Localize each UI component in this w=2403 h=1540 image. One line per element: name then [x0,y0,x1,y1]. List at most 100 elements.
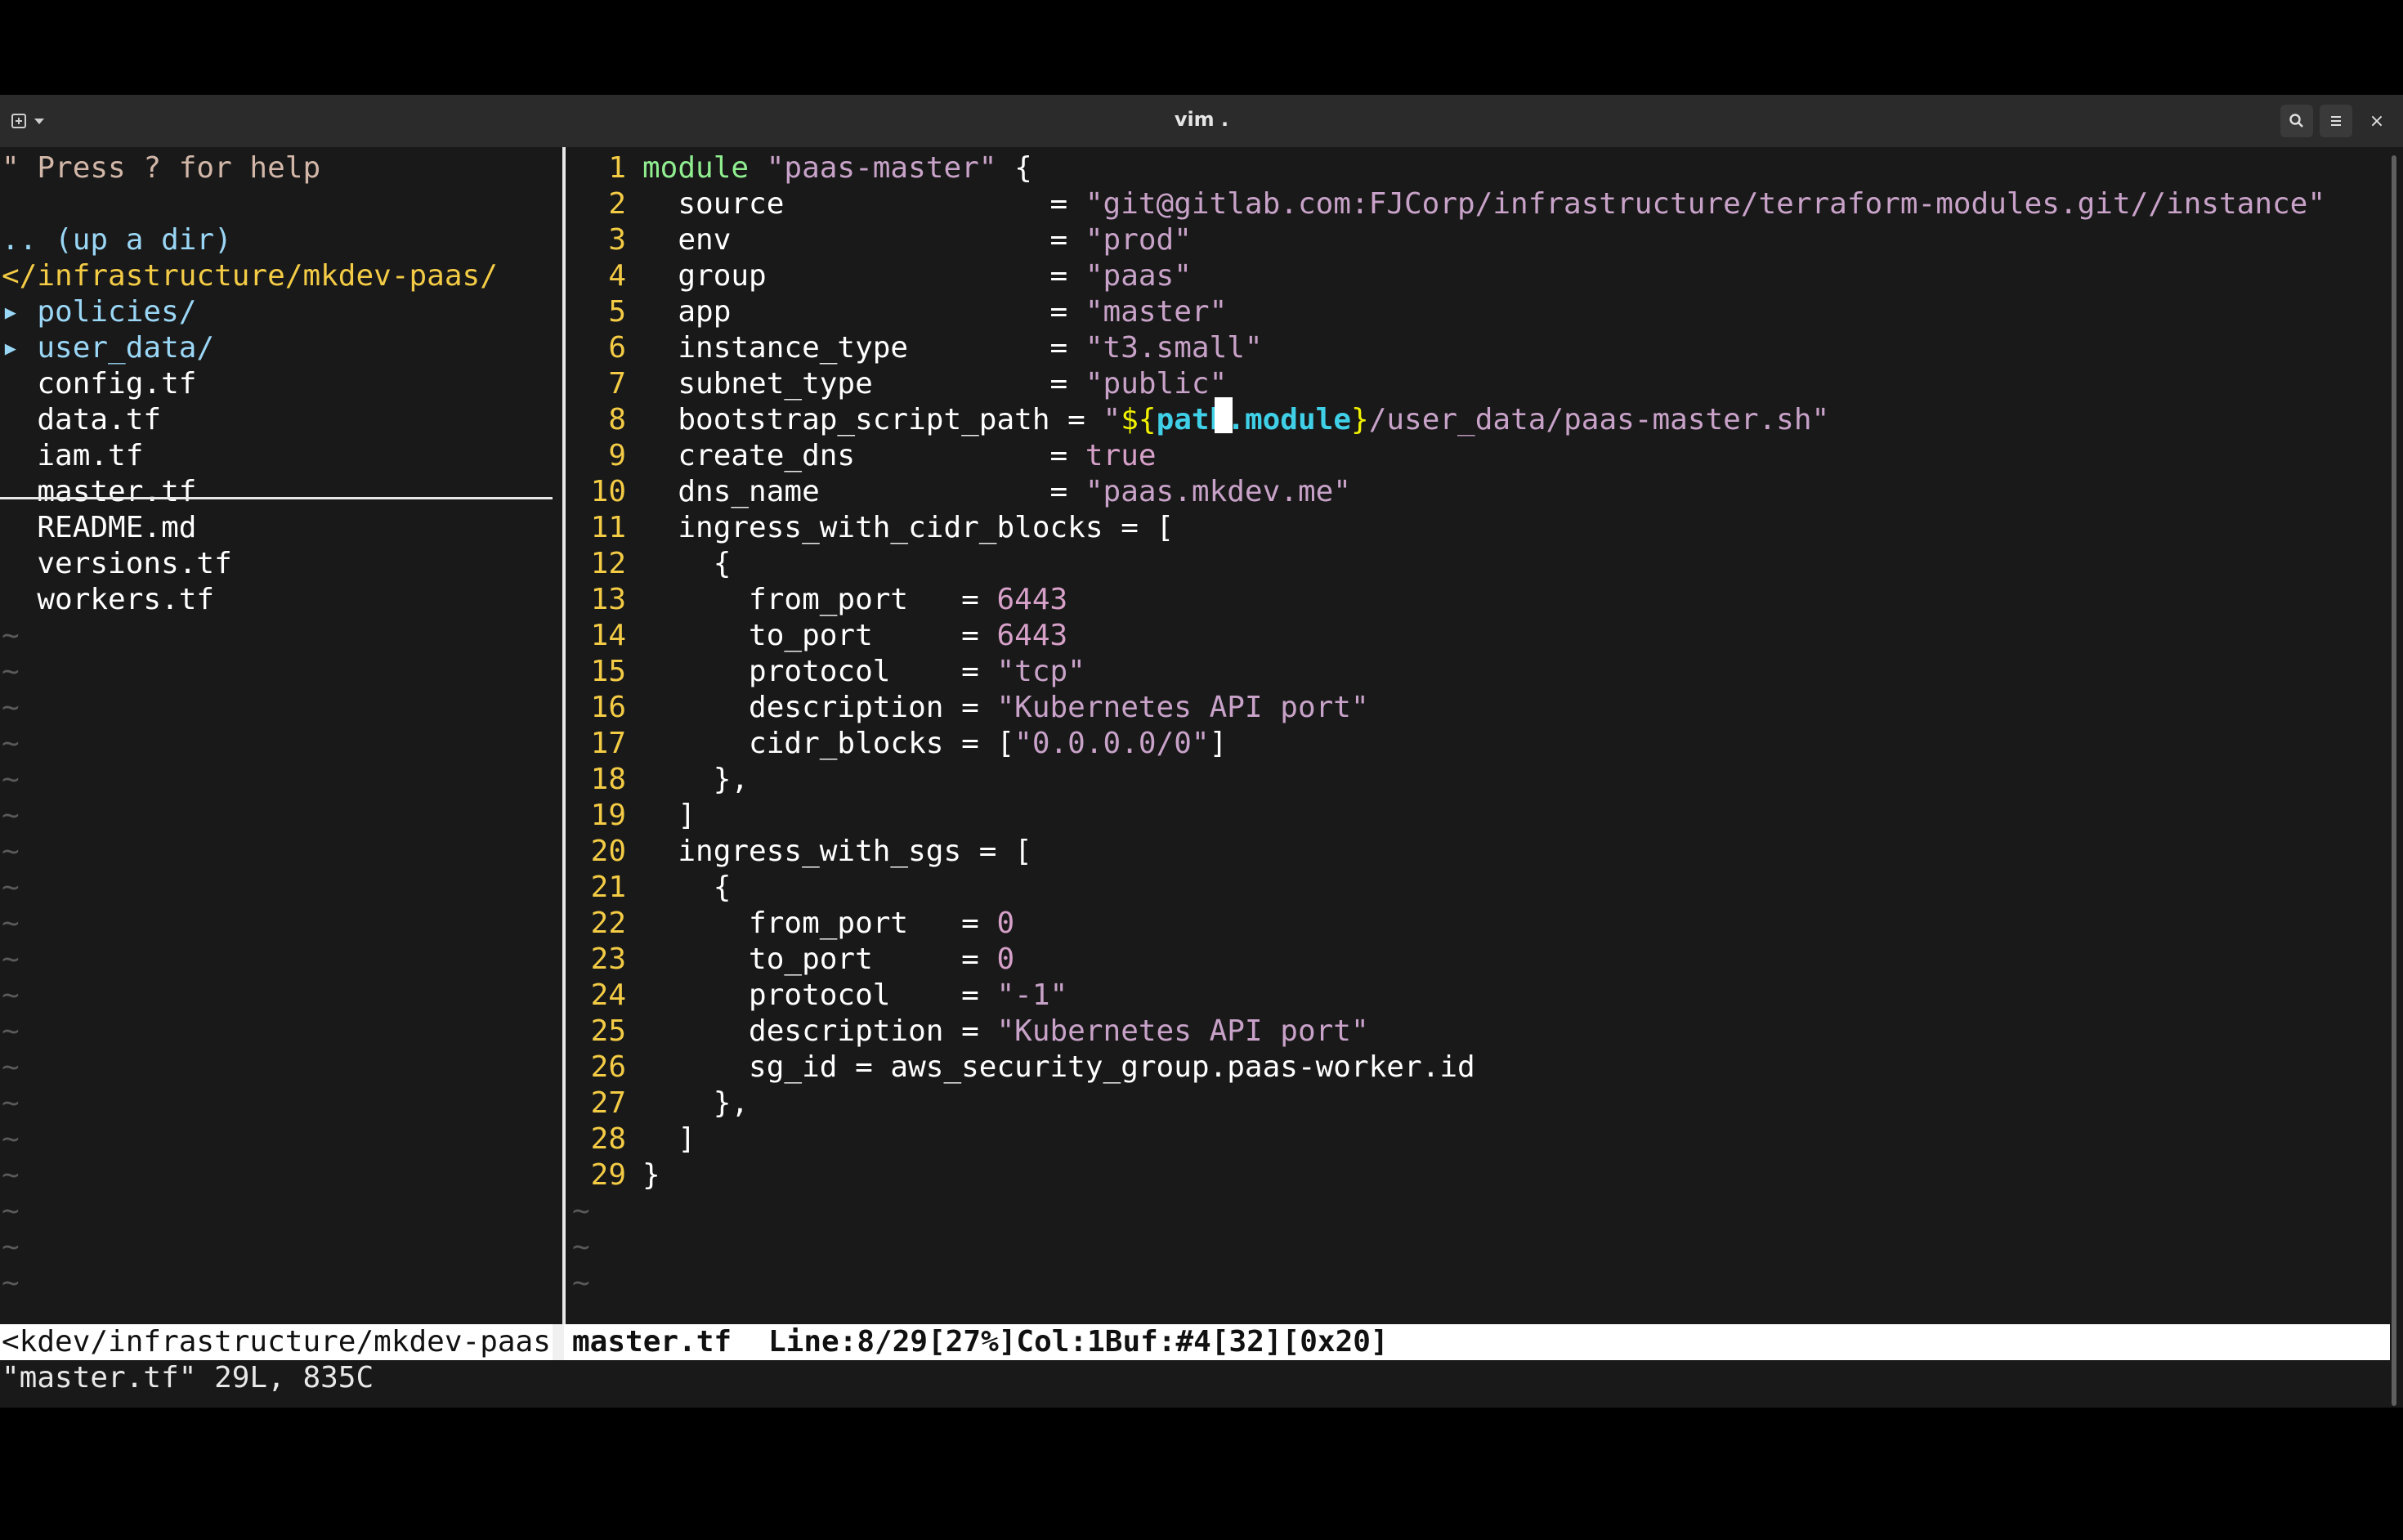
code-line[interactable]: ingress_with_cidr_blocks = [ [642,510,1174,546]
scrollbar[interactable] [2392,155,2396,1406]
code-line[interactable]: { [642,870,732,906]
code-line[interactable]: subnet_type = "public" [642,366,1227,402]
code-line[interactable]: description = "Kubernetes API port" [642,1014,1369,1050]
line-number: 23 [590,942,626,976]
code-line[interactable]: env = "prod" [642,222,1192,258]
menu-button[interactable] [2320,105,2352,137]
code-line[interactable]: bootstrap_script_path = "${path.module}/… [642,402,1829,438]
line-number: 17 [590,727,626,760]
terminal-viewport[interactable]: " Press ? for help .. (up a dir) </infra… [0,147,2403,1408]
code-line[interactable]: dns_name = "paas.mkdev.me" [642,474,1351,510]
code-line[interactable]: source = "git@gitlab.com:FJCorp/infrastr… [642,186,2325,222]
tree-file-master[interactable]: master.tf [2,474,196,510]
code-line[interactable]: description = "Kubernetes API port" [642,690,1369,726]
empty-line-marker: ~ [2,763,20,796]
code-line[interactable]: app = "master" [642,294,1227,330]
code-token: "0.0.0.0/0" [1014,727,1210,760]
code-token: ] [1209,727,1228,760]
code-token: bootstrap_script_path = [642,403,1103,436]
status-line: <kdev/infrastructure/mkdev-paas master.t… [0,1324,2390,1360]
code-line[interactable]: }, [642,1086,749,1121]
empty-line-marker: ~ [2,978,20,1012]
tree-file-readme[interactable]: README.md [2,510,196,546]
code-line[interactable]: to_port = 0 [642,942,1014,978]
code-token: create_dns = [642,439,1085,472]
tree-cursorline [0,497,553,499]
line-number: 1 [608,151,626,185]
line-number: 19 [590,799,626,832]
code-line[interactable]: to_port = 6443 [642,618,1067,654]
code-line[interactable]: ingress_with_sgs = [ [642,834,1031,870]
line-number: 14 [590,619,626,652]
terminal-titlebar: vim . × [0,95,2403,148]
command-line[interactable]: "master.tf" 29L, 835C [2,1360,374,1396]
code-line[interactable]: ] [642,1121,696,1157]
empty-line-marker: ~ [2,1230,20,1264]
status-filename: master.tf [572,1325,732,1359]
code-token: ${ [1121,403,1157,436]
code-line[interactable]: from_port = 0 [642,906,1014,942]
code-line[interactable]: ] [642,798,696,834]
editor-pane[interactable]: 1 2 3 4 5 6 7 8 9 10 11 12 13 14 15 16 17 18 19 20 21 22 23 24 2… [572,147,2395,1324]
code-token: "prod" [1085,223,1192,257]
code-token: from_port = [642,583,997,616]
empty-line-marker: ~ [2,1194,20,1228]
code-token: "Kubernetes API port" [996,691,1369,724]
code-line[interactable]: protocol = "tcp" [642,654,1085,690]
empty-line-marker: ~ [2,1014,20,1048]
code-line[interactable]: instance_type = "t3.small" [642,330,1262,366]
code-token: protocol = [642,978,997,1012]
code-line[interactable]: from_port = 6443 [642,582,1067,618]
code-line[interactable]: module "paas-master" { [642,150,1032,186]
line-number: 28 [590,1122,626,1156]
code-token: cidr_blocks = [ [642,727,1015,760]
code-line[interactable]: sg_id = aws_security_group.paas-worker.i… [642,1050,1475,1086]
code-line[interactable]: group = "paas" [642,258,1192,294]
code-line[interactable]: cidr_blocks = ["0.0.0.0/0"] [642,726,1227,762]
tree-file-workers[interactable]: workers.tf [2,582,214,618]
empty-line-marker: ~ [2,1158,20,1192]
code-token: 0 [996,907,1015,940]
code-token: }, [642,763,750,796]
tree-file-config[interactable]: config.tf [2,366,196,402]
search-icon [2289,114,2303,128]
tree-dir-user-data[interactable]: ▸ user_data/ [2,330,214,366]
code-token: }, [642,1086,750,1120]
tree-file-versions[interactable]: versions.tf [2,546,231,582]
nerdtree-panel[interactable]: " Press ? for help .. (up a dir) </infra… [0,147,553,1324]
code-line[interactable]: create_dns = true [642,438,1156,474]
code-token: source = [642,187,1085,221]
empty-line-marker: ~ [572,1230,590,1264]
empty-line-marker: ~ [2,835,20,868]
code-token: group = [642,259,1085,293]
line-number: 15 [590,655,626,688]
text-cursor [1215,397,1233,433]
line-number: 29 [590,1158,626,1192]
code-token: to_port = [642,619,997,652]
line-number: 12 [590,547,626,580]
tree-file-iam[interactable]: iam.tf [2,438,143,474]
search-button[interactable] [2280,105,2313,137]
code-token: dns_name = [642,475,1085,508]
tree-dir-policies[interactable]: ▸ policies/ [2,294,196,330]
code-token: module [642,151,767,185]
code-token: "tcp" [996,655,1085,688]
up-dir-link[interactable]: .. (up a dir) [2,222,232,258]
tree-file-data[interactable]: data.tf [2,402,161,438]
code-token: env = [642,223,1085,257]
code-token: ingress_with_cidr_blocks = [ [642,511,1175,544]
code-token: description = [642,691,997,724]
code-token: "paas.mkdev.me" [1085,475,1351,508]
line-number: 16 [590,691,626,724]
line-number: 2 [608,187,626,221]
code-token: } [642,1158,660,1192]
code-line[interactable]: }, [642,762,749,798]
close-button[interactable]: × [2360,105,2393,137]
empty-line-marker: ~ [2,799,20,832]
code-line[interactable]: } [642,1157,660,1193]
code-line[interactable]: protocol = "-1" [642,978,1067,1014]
vertical-split-divider[interactable] [562,147,566,1326]
close-icon: × [2369,110,2385,132]
code-line[interactable]: { [642,546,732,582]
window-title: vim . [1174,108,1229,131]
